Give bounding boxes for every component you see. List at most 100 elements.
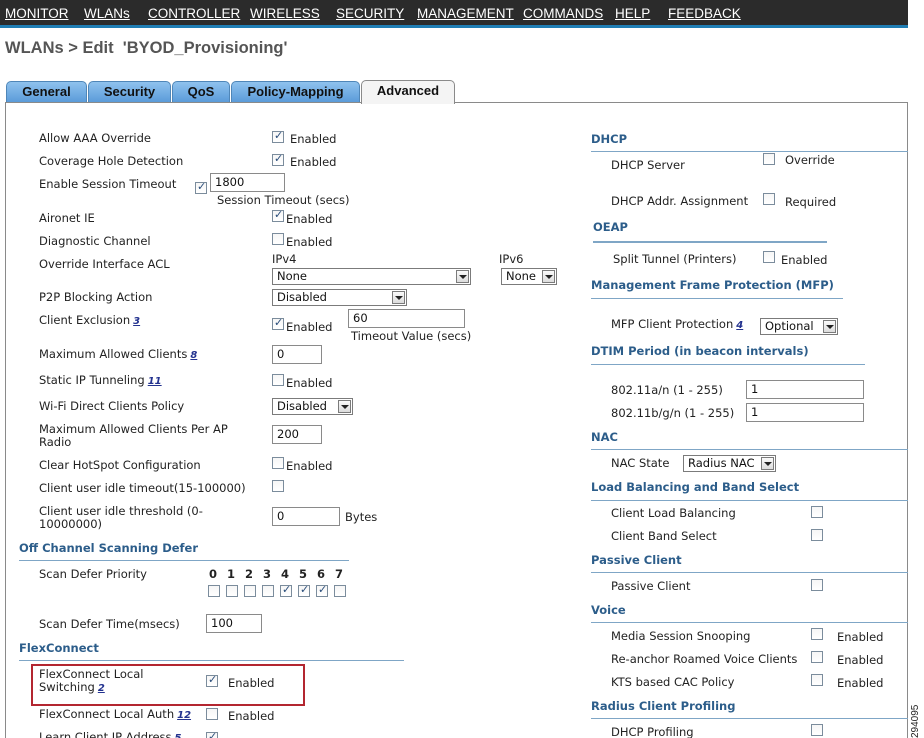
coverage-hole-checkbox[interactable] bbox=[272, 152, 284, 166]
dtim-b-input[interactable]: 1 bbox=[746, 403, 864, 422]
scan-defer-time-label: Scan Defer Time(msecs) bbox=[39, 617, 180, 631]
max-clients-label: Maximum Allowed Clients 8 bbox=[39, 347, 197, 361]
override-acl-label: Override Interface ACL bbox=[39, 257, 170, 271]
tab-qos[interactable]: QoS bbox=[172, 81, 230, 102]
menu-help[interactable]: HELP bbox=[615, 6, 650, 21]
idle-threshold-input[interactable]: 0 bbox=[272, 507, 340, 526]
static-ip-footnote-link[interactable]: 11 bbox=[148, 376, 162, 387]
aironet-ie-label: Aironet IE bbox=[39, 211, 95, 225]
reanchor-enabled: Enabled bbox=[837, 653, 884, 667]
static-ip-checkbox[interactable] bbox=[272, 374, 284, 386]
dhcp-profiling-checkbox[interactable] bbox=[811, 724, 823, 736]
p2p-blocking-label: P2P Blocking Action bbox=[39, 290, 153, 304]
section-divider bbox=[591, 151, 908, 152]
chevron-down-icon bbox=[338, 400, 351, 413]
menu-feedback[interactable]: FEEDBACK bbox=[668, 6, 741, 21]
menu-wireless[interactable]: WIRELESS bbox=[250, 6, 320, 21]
learn-ip-text: Learn Client IP Address bbox=[39, 730, 172, 738]
radius-profiling-section-title: Radius Client Profiling bbox=[591, 699, 736, 713]
local-auth-checkbox[interactable] bbox=[206, 708, 218, 720]
priority-checkbox-1[interactable] bbox=[226, 585, 238, 597]
media-snooping-checkbox[interactable] bbox=[811, 628, 823, 640]
learn-ip-checkbox[interactable] bbox=[206, 730, 218, 738]
tab-policy-mapping[interactable]: Policy-Mapping bbox=[231, 81, 360, 102]
static-ip-label: Static IP Tunneling 11 bbox=[39, 373, 162, 387]
max-clients-footnote-link[interactable]: 8 bbox=[190, 350, 197, 361]
priority-checkbox-2[interactable] bbox=[244, 585, 256, 597]
dtim-b-label: 802.11b/g/n (1 - 255) bbox=[611, 406, 735, 420]
flexconnect-section-title: FlexConnect bbox=[19, 641, 99, 655]
tab-advanced[interactable]: Advanced bbox=[361, 80, 455, 104]
max-clients-text: Maximum Allowed Clients bbox=[39, 347, 188, 361]
priority-checkbox-0[interactable] bbox=[208, 585, 220, 597]
allow-aaa-text: Enabled bbox=[290, 132, 337, 146]
p2p-blocking-select[interactable]: Disabled bbox=[272, 289, 407, 306]
local-auth-label: FlexConnect Local Auth 12 bbox=[39, 707, 191, 721]
priority-digit-0: 0 bbox=[209, 567, 218, 581]
section-divider bbox=[591, 622, 908, 623]
menu-monitor[interactable]: MONITOR bbox=[5, 6, 69, 21]
local-auth-footnote-link[interactable]: 12 bbox=[177, 710, 191, 721]
scan-defer-time-input[interactable]: 100 bbox=[206, 614, 262, 633]
dhcp-server-checkbox[interactable] bbox=[763, 153, 775, 165]
dhcp-assign-checkbox[interactable] bbox=[763, 193, 775, 205]
client-exclusion-checkbox[interactable] bbox=[272, 316, 284, 330]
client-load-balancing-checkbox[interactable] bbox=[811, 506, 823, 518]
priority-checkbox-5[interactable] bbox=[298, 583, 310, 597]
menu-commands[interactable]: COMMANDS bbox=[523, 6, 603, 21]
mfp-client-select[interactable]: Optional bbox=[760, 318, 838, 335]
kts-cac-checkbox[interactable] bbox=[811, 674, 823, 686]
priority-digit-5: 5 bbox=[299, 567, 308, 581]
off-channel-section-title: Off Channel Scanning Defer bbox=[19, 541, 199, 555]
mfp-footnote-link[interactable]: 4 bbox=[736, 320, 743, 331]
mfp-section-title: Management Frame Protection (MFP) bbox=[591, 278, 834, 292]
highlight-box bbox=[31, 664, 305, 706]
menu-controller[interactable]: CONTROLLER bbox=[148, 6, 240, 21]
coverage-hole-text: Enabled bbox=[290, 155, 337, 169]
tab-general[interactable]: General bbox=[6, 81, 87, 102]
session-timeout-input[interactable]: 1800 bbox=[210, 173, 285, 192]
split-tunnel-checkbox[interactable] bbox=[763, 251, 775, 263]
diagnostic-channel-checkbox[interactable] bbox=[272, 233, 284, 245]
max-per-ap-input[interactable]: 200 bbox=[272, 425, 322, 444]
max-per-ap-label-1: Maximum Allowed Clients Per AP bbox=[39, 422, 228, 436]
tab-security[interactable]: Security bbox=[88, 81, 171, 102]
exclusion-timeout-input[interactable]: 60 bbox=[348, 309, 465, 328]
load-balancing-section-title: Load Balancing and Band Select bbox=[591, 480, 800, 494]
section-divider bbox=[591, 364, 865, 365]
priority-checkbox-7[interactable] bbox=[334, 585, 346, 597]
client-load-balancing-label: Client Load Balancing bbox=[611, 506, 736, 520]
mfp-client-value: Optional bbox=[765, 319, 814, 333]
passive-client-checkbox[interactable] bbox=[811, 579, 823, 591]
max-clients-input[interactable]: 0 bbox=[272, 345, 322, 364]
menu-wlans[interactable]: WLANs bbox=[84, 6, 130, 21]
section-divider bbox=[591, 298, 843, 299]
voice-section-title: Voice bbox=[591, 603, 626, 617]
wifi-direct-select[interactable]: Disabled bbox=[272, 398, 353, 415]
learn-ip-footnote-link[interactable]: 5 bbox=[175, 733, 182, 738]
hotspot-checkbox[interactable] bbox=[272, 457, 284, 469]
allow-aaa-checkbox[interactable] bbox=[272, 129, 284, 143]
priority-checkbox-6[interactable] bbox=[316, 583, 328, 597]
dhcp-server-override: Override bbox=[785, 153, 835, 167]
page-title: WLANs > Edit 'BYOD_Provisioning' bbox=[5, 39, 288, 57]
section-divider bbox=[591, 718, 908, 719]
ipv6-acl-select[interactable]: None bbox=[501, 268, 557, 285]
aironet-ie-checkbox[interactable] bbox=[272, 208, 284, 222]
reanchor-checkbox[interactable] bbox=[811, 651, 823, 663]
priority-checkbox-3[interactable] bbox=[262, 585, 274, 597]
priority-checkbox-4[interactable] bbox=[280, 583, 292, 597]
local-auth-text: FlexConnect Local Auth bbox=[39, 707, 175, 721]
menu-security[interactable]: SECURITY bbox=[336, 6, 404, 21]
ipv4-acl-select[interactable]: None bbox=[272, 268, 471, 285]
idle-timeout-checkbox[interactable] bbox=[272, 480, 284, 492]
split-tunnel-enabled: Enabled bbox=[781, 253, 828, 267]
wifi-direct-label: Wi-Fi Direct Clients Policy bbox=[39, 399, 185, 413]
menu-management[interactable]: MANAGEMENT bbox=[417, 6, 514, 21]
nac-state-select[interactable]: Radius NAC bbox=[683, 455, 776, 472]
session-timeout-checkbox[interactable] bbox=[195, 180, 207, 194]
dtim-a-input[interactable]: 1 bbox=[746, 380, 864, 399]
ipv6-acl-value: None bbox=[506, 269, 537, 283]
client-exclusion-footnote-link[interactable]: 3 bbox=[133, 316, 140, 327]
client-band-select-checkbox[interactable] bbox=[811, 529, 823, 541]
